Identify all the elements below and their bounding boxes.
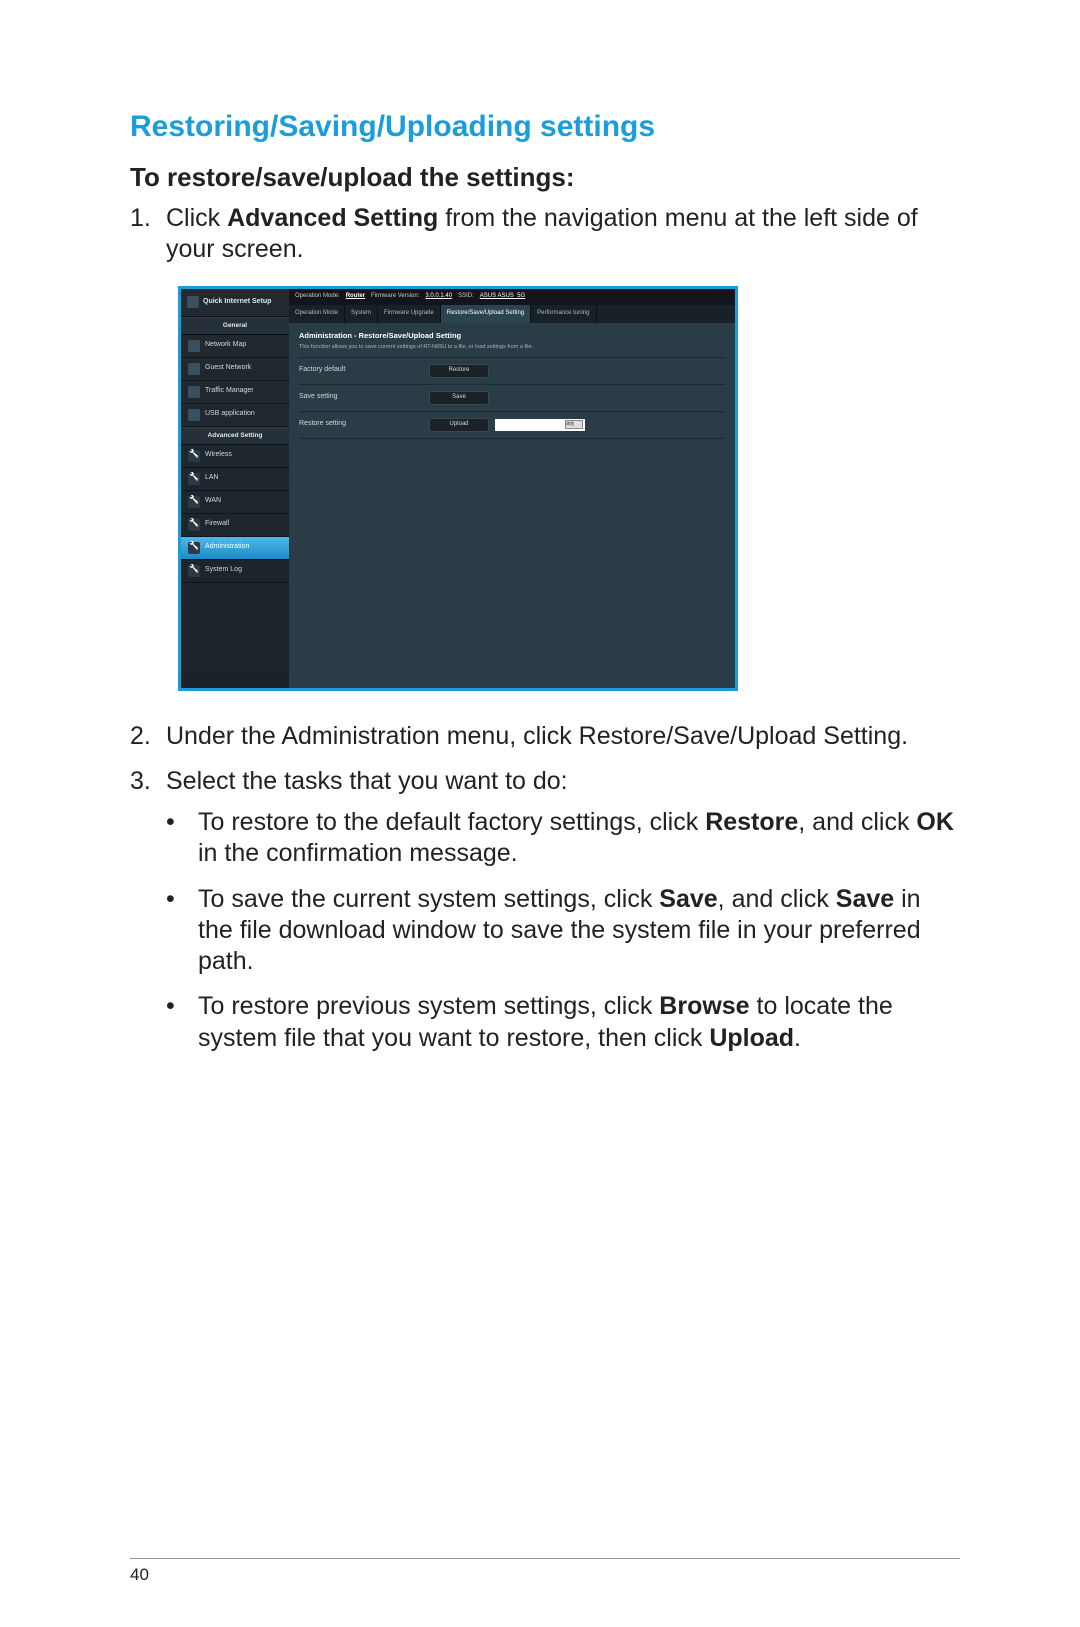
tab[interactable]: System (345, 305, 378, 323)
step-1: Click Advanced Setting from the navigati… (130, 203, 960, 691)
router-sidebar: Quick Internet Setup General Network Map… (181, 289, 289, 688)
wrench-icon (188, 473, 200, 485)
qis-icon (187, 296, 199, 308)
row-label: Restore setting (299, 420, 429, 429)
settings-row: Factory defaultRestore (299, 358, 725, 385)
router-topbar: Operation Mode: Router Firmware Version:… (289, 289, 735, 305)
sidebar-section-general: General (181, 317, 289, 335)
sidebar-item[interactable]: Traffic Manager (181, 381, 289, 404)
sidebar-section-advanced: Advanced Setting (181, 427, 289, 445)
router-content: Administration - Restore/Save/Upload Set… (289, 323, 735, 688)
settings-row: Save settingSave (299, 385, 725, 412)
sidebar-item[interactable]: Wireless (181, 445, 289, 468)
subheading: To restore/save/upload the settings: (130, 162, 960, 193)
step-3: Select the tasks that you want to do: To… (130, 766, 960, 1054)
tab[interactable]: Firmware Upgrade (378, 305, 441, 323)
file-input[interactable]: 浏览 (495, 419, 585, 431)
nav-icon (188, 340, 200, 352)
row-label: Factory default (299, 366, 429, 375)
wrench-icon (188, 565, 200, 577)
steps-list: Click Advanced Setting from the navigati… (130, 203, 960, 1054)
settings-row: Restore settingUpload 浏览 (299, 412, 725, 439)
sidebar-item[interactable]: USB application (181, 404, 289, 427)
row-label: Save setting (299, 393, 429, 402)
tab[interactable]: Operation Mode (289, 305, 345, 323)
browse-button[interactable]: 浏览 (565, 420, 583, 429)
sidebar-item[interactable]: WAN (181, 491, 289, 514)
router-main: Operation Mode: Router Firmware Version:… (289, 289, 735, 688)
nav-icon (188, 363, 200, 375)
bullet-item: To restore previous system settings, cli… (166, 991, 960, 1054)
wrench-icon (188, 519, 200, 531)
sidebar-item[interactable]: Administration (181, 537, 289, 560)
panel-title: Administration - Restore/Save/Upload Set… (299, 331, 725, 340)
sidebar-item[interactable]: Network Map (181, 335, 289, 358)
nav-icon (188, 409, 200, 421)
panel-description: This function allows you to save current… (299, 344, 725, 358)
bullet-item: To restore to the default factory settin… (166, 807, 960, 870)
save-button[interactable]: Save (429, 391, 489, 405)
footer-rule (130, 1558, 960, 1559)
sidebar-item[interactable]: System Log (181, 560, 289, 583)
wrench-icon (188, 496, 200, 508)
step-2: Under the Administration menu, click Res… (130, 721, 960, 752)
wrench-icon (188, 450, 200, 462)
section-heading: Restoring/Saving/Uploading settings (130, 110, 960, 144)
nav-icon (188, 386, 200, 398)
upload-button[interactable]: Upload (429, 418, 489, 432)
tab[interactable]: Performance tuning (531, 305, 596, 323)
quick-internet-setup[interactable]: Quick Internet Setup (181, 289, 289, 317)
wrench-icon (188, 542, 200, 554)
sidebar-item[interactable]: LAN (181, 468, 289, 491)
bullet-item: To save the current system settings, cli… (166, 884, 960, 978)
router-tabs: Operation ModeSystemFirmware UpgradeRest… (289, 305, 735, 323)
bullet-list: To restore to the default factory settin… (166, 807, 960, 1054)
tab[interactable]: Restore/Save/Upload Setting (441, 305, 531, 323)
restore-button[interactable]: Restore (429, 364, 489, 378)
sidebar-item[interactable]: Firewall (181, 514, 289, 537)
router-screenshot: Quick Internet Setup General Network Map… (178, 286, 738, 691)
sidebar-item[interactable]: Guest Network (181, 358, 289, 381)
page-number: 40 (130, 1565, 149, 1585)
